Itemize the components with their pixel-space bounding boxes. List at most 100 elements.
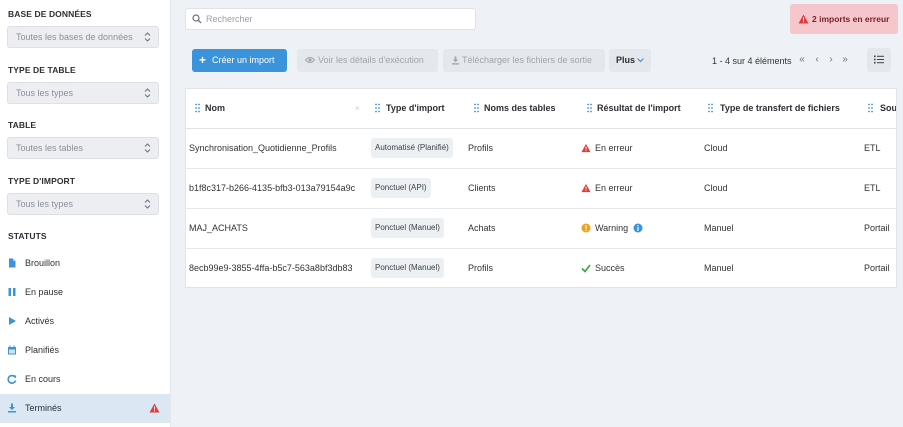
column-header-transfert[interactable]: Type de transfert de fichiers xyxy=(720,103,840,113)
status-item-termines[interactable]: Terminés xyxy=(0,394,170,423)
table-header: Nom × Type d'import Noms des tables Résu… xyxy=(186,89,896,129)
sort-icon[interactable]: × xyxy=(355,104,360,113)
database-select-value: Toutes les bases de données xyxy=(16,32,133,42)
select-chevron-icon xyxy=(144,143,151,153)
table-row[interactable]: b1f8c317-b266-4135-bfb3-013a79154a9c Pon… xyxy=(186,169,896,209)
status-item-en-cours[interactable]: En cours xyxy=(0,365,170,394)
table-filter-label: TABLE xyxy=(8,120,37,130)
import-type-select-value: Tous les types xyxy=(16,199,74,209)
cell-transfer: Manuel xyxy=(704,223,734,233)
cell-name: Synchronisation_Quotidienne_Profils xyxy=(189,143,337,153)
cell-source: Portail xyxy=(864,223,890,233)
status-label: Activés xyxy=(25,316,55,326)
status-label: Brouillon xyxy=(25,258,61,268)
select-chevron-icon xyxy=(144,199,151,209)
column-header-source[interactable]: Sou xyxy=(880,103,896,113)
cell-result: En erreur xyxy=(595,143,633,153)
cell-transfer: Cloud xyxy=(704,183,728,193)
refresh-icon xyxy=(7,374,17,384)
cell-source: ETL xyxy=(864,183,881,193)
status-item-brouillon[interactable]: Brouillon xyxy=(0,249,170,278)
database-select[interactable]: Toutes les bases de données xyxy=(7,26,159,48)
import-type-tag: Ponctuel (API) xyxy=(371,178,431,198)
cell-source: ETL xyxy=(864,143,881,153)
status-label: En pause xyxy=(25,287,64,297)
pagination-info: 1 - 4 sur 4 éléments xyxy=(712,56,792,66)
column-header-nom[interactable]: Nom xyxy=(205,103,225,113)
table-row[interactable]: MAJ_ACHATS Ponctuel (Manuel) Achats Warn… xyxy=(186,209,896,249)
select-chevron-icon xyxy=(144,32,151,42)
statuses-label: STATUTS xyxy=(8,231,47,241)
chevron-down-icon xyxy=(637,58,644,63)
table-row[interactable]: Synchronisation_Quotidienne_Profils Auto… xyxy=(186,129,896,169)
import-type-tag: Ponctuel (Manuel) xyxy=(371,218,444,238)
plus-icon: + xyxy=(199,53,207,67)
check-icon xyxy=(581,264,591,273)
view-details-label: Voir les détails d'exécution xyxy=(318,55,424,65)
cell-result: Warning xyxy=(595,223,629,233)
download-icon xyxy=(451,56,460,65)
cell-name: 8ecb99e9-3855-4ffa-b5c7-563a8bf3db83 xyxy=(189,263,353,273)
database-filter-label: BASE DE DONNÉES xyxy=(8,9,92,19)
list-icon xyxy=(874,55,884,64)
search-placeholder: Rechercher xyxy=(206,14,253,24)
status-label: En cours xyxy=(25,374,61,384)
status-item-actives[interactable]: Activés xyxy=(0,307,170,336)
drag-handle-icon[interactable] xyxy=(868,103,873,113)
table-select[interactable]: Toutes les tables xyxy=(7,137,159,159)
more-label: Plus xyxy=(616,55,636,65)
download-icon xyxy=(8,403,16,413)
column-header-resultat[interactable]: Résultat de l'import xyxy=(597,103,681,113)
drag-handle-icon[interactable] xyxy=(474,103,479,113)
cell-table: Profils xyxy=(468,263,494,273)
cell-table: Clients xyxy=(468,183,496,193)
column-header-type-import[interactable]: Type d'import xyxy=(386,103,444,113)
import-type-filter-label: TYPE D'IMPORT xyxy=(8,176,76,186)
drag-handle-icon[interactable] xyxy=(195,103,200,113)
prev-page-icon[interactable]: ‹ xyxy=(812,54,822,66)
view-details-button[interactable]: Voir les détails d'exécution xyxy=(297,49,438,72)
first-page-icon[interactable]: « xyxy=(797,54,807,66)
drag-handle-icon[interactable] xyxy=(708,103,713,113)
error-triangle-icon xyxy=(581,143,591,153)
download-output-label: Télécharger les fichiers de sortie xyxy=(462,55,593,65)
cell-transfer: Cloud xyxy=(704,143,728,153)
cell-table: Achats xyxy=(468,223,496,233)
table-type-select[interactable]: Tous les types xyxy=(7,82,159,104)
table-row[interactable]: 8ecb99e9-3855-4ffa-b5c7-563a8bf3db83 Pon… xyxy=(186,249,896,287)
cell-name: MAJ_ACHATS xyxy=(189,223,248,233)
status-item-planifies[interactable]: Planifiés xyxy=(0,336,170,365)
eye-icon xyxy=(305,57,315,63)
create-import-label: Créer un import xyxy=(212,55,275,65)
column-header-noms-tables[interactable]: Noms des tables xyxy=(484,103,556,113)
cell-name: b1f8c317-b266-4135-bfb3-013a79154a9c xyxy=(189,183,356,193)
create-import-button[interactable]: + Créer un import xyxy=(192,49,287,72)
next-page-icon[interactable]: › xyxy=(826,54,836,66)
cell-transfer: Manuel xyxy=(704,263,734,273)
info-icon[interactable] xyxy=(633,223,643,233)
drag-handle-icon[interactable] xyxy=(375,103,380,113)
warning-circle-icon xyxy=(581,223,591,233)
warning-triangle-icon xyxy=(798,14,809,24)
last-page-icon[interactable]: » xyxy=(840,54,850,66)
import-type-tag: Automatisé (Planifié) xyxy=(371,138,453,158)
more-dropdown-button[interactable]: Plus xyxy=(609,49,651,72)
play-icon xyxy=(9,317,16,325)
error-badge[interactable]: 2 imports en erreur xyxy=(790,4,898,34)
import-type-select[interactable]: Tous les types xyxy=(7,193,159,215)
import-type-tag: Ponctuel (Manuel) xyxy=(371,258,444,278)
sidebar: BASE DE DONNÉES Toutes les bases de donn… xyxy=(0,0,171,427)
cell-result: En erreur xyxy=(595,183,633,193)
drag-handle-icon[interactable] xyxy=(587,103,592,113)
status-item-en-pause[interactable]: En pause xyxy=(0,278,170,307)
status-label: Planifiés xyxy=(25,345,60,355)
list-view-toggle[interactable] xyxy=(867,48,891,72)
table-select-value: Toutes les tables xyxy=(16,143,84,153)
document-icon xyxy=(9,258,16,268)
pause-icon xyxy=(8,288,16,296)
error-triangle-icon xyxy=(581,183,591,193)
search-input[interactable]: Rechercher xyxy=(185,8,476,30)
cell-source: Portail xyxy=(864,263,890,273)
error-badge-label: 2 imports en erreur xyxy=(812,14,890,24)
download-output-button[interactable]: Télécharger les fichiers de sortie xyxy=(443,49,605,72)
